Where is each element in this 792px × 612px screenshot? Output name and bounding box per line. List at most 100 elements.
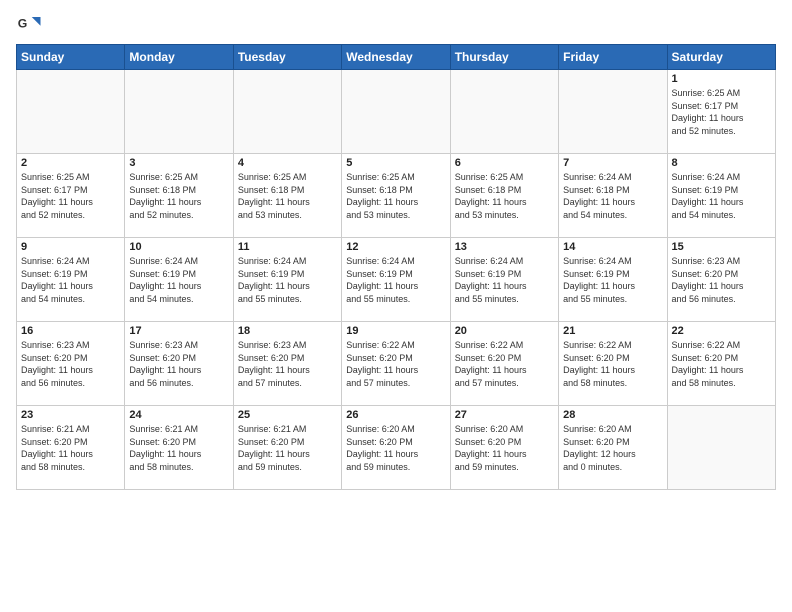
day-info: Sunrise: 6:20 AM Sunset: 6:20 PM Dayligh… [346, 423, 445, 473]
day-info: Sunrise: 6:24 AM Sunset: 6:19 PM Dayligh… [129, 255, 228, 305]
calendar-cell: 8 Sunrise: 6:24 AM Sunset: 6:19 PM Daylig… [667, 154, 775, 238]
day-info: Sunrise: 6:25 AM Sunset: 6:18 PM Dayligh… [455, 171, 554, 221]
day-info: Sunrise: 6:24 AM Sunset: 6:19 PM Dayligh… [672, 171, 771, 221]
day-number: 14 [563, 241, 662, 253]
week-row-4: 16 Sunrise: 6:23 AM Sunset: 6:20 PM Dayli… [17, 322, 776, 406]
day-info: Sunrise: 6:25 AM Sunset: 6:17 PM Dayligh… [672, 87, 771, 137]
day-info: Sunrise: 6:22 AM Sunset: 6:20 PM Dayligh… [346, 339, 445, 389]
calendar-cell [667, 406, 775, 490]
calendar-cell: 1Sunrise: 6:25 AM Sunset: 6:17 PM Daylig… [667, 70, 775, 154]
calendar-cell: 21Sunrise: 6:22 AM Sunset: 6:20 PM Dayli… [559, 322, 667, 406]
calendar-cell: 11 Sunrise: 6:24 AM Sunset: 6:19 PM Dayli… [233, 238, 341, 322]
day-number: 4 [238, 157, 337, 169]
calendar-cell: 16 Sunrise: 6:23 AM Sunset: 6:20 PM Dayli… [17, 322, 125, 406]
calendar-cell: 28 Sunrise: 6:20 AM Sunset: 6:20 PM Dayli… [559, 406, 667, 490]
calendar-cell: 15 Sunrise: 6:23 AM Sunset: 6:20 PM Dayli… [667, 238, 775, 322]
weekday-header-row: SundayMondayTuesdayWednesdayThursdayFrid… [17, 45, 776, 70]
day-info: Sunrise: 6:25 AM Sunset: 6:18 PM Dayligh… [346, 171, 445, 221]
day-info: Sunrise: 6:25 AM Sunset: 6:18 PM Dayligh… [129, 171, 228, 221]
week-row-5: 23 Sunrise: 6:21 AM Sunset: 6:20 PM Dayli… [17, 406, 776, 490]
weekday-header-wednesday: Wednesday [342, 45, 450, 70]
day-info: Sunrise: 6:23 AM Sunset: 6:20 PM Dayligh… [21, 339, 120, 389]
calendar-cell: 27 Sunrise: 6:20 AM Sunset: 6:20 PM Dayli… [450, 406, 558, 490]
day-info: Sunrise: 6:24 AM Sunset: 6:19 PM Dayligh… [346, 255, 445, 305]
day-number: 22 [672, 325, 771, 337]
day-number: 3 [129, 157, 228, 169]
calendar-cell: 5 Sunrise: 6:25 AM Sunset: 6:18 PM Daylig… [342, 154, 450, 238]
calendar-cell: 19 Sunrise: 6:22 AM Sunset: 6:20 PM Dayli… [342, 322, 450, 406]
day-number: 8 [672, 157, 771, 169]
calendar-cell: 3 Sunrise: 6:25 AM Sunset: 6:18 PM Daylig… [125, 154, 233, 238]
day-info: Sunrise: 6:21 AM Sunset: 6:20 PM Dayligh… [21, 423, 120, 473]
day-number: 25 [238, 409, 337, 421]
day-number: 27 [455, 409, 554, 421]
day-info: Sunrise: 6:23 AM Sunset: 6:20 PM Dayligh… [129, 339, 228, 389]
day-number: 24 [129, 409, 228, 421]
day-info: Sunrise: 6:24 AM Sunset: 6:18 PM Dayligh… [563, 171, 662, 221]
day-number: 10 [129, 241, 228, 253]
day-number: 11 [238, 241, 337, 253]
day-number: 20 [455, 325, 554, 337]
calendar-cell: 26 Sunrise: 6:20 AM Sunset: 6:20 PM Dayli… [342, 406, 450, 490]
weekday-header-tuesday: Tuesday [233, 45, 341, 70]
day-number: 5 [346, 157, 445, 169]
day-info: Sunrise: 6:23 AM Sunset: 6:20 PM Dayligh… [238, 339, 337, 389]
svg-text:G: G [18, 17, 28, 31]
day-info: Sunrise: 6:22 AM Sunset: 6:20 PM Dayligh… [455, 339, 554, 389]
day-number: 17 [129, 325, 228, 337]
day-number: 9 [21, 241, 120, 253]
calendar-cell [125, 70, 233, 154]
day-info: Sunrise: 6:25 AM Sunset: 6:18 PM Dayligh… [238, 171, 337, 221]
day-info: Sunrise: 6:21 AM Sunset: 6:20 PM Dayligh… [238, 423, 337, 473]
day-number: 7 [563, 157, 662, 169]
weekday-header-saturday: Saturday [667, 45, 775, 70]
calendar-cell: 9 Sunrise: 6:24 AM Sunset: 6:19 PM Daylig… [17, 238, 125, 322]
week-row-1: 1Sunrise: 6:25 AM Sunset: 6:17 PM Daylig… [17, 70, 776, 154]
weekday-header-friday: Friday [559, 45, 667, 70]
logo: G [16, 10, 48, 38]
day-number: 21 [563, 325, 662, 337]
calendar-table: SundayMondayTuesdayWednesdayThursdayFrid… [16, 44, 776, 490]
logo-icon: G [16, 10, 44, 38]
day-number: 15 [672, 241, 771, 253]
calendar-cell [559, 70, 667, 154]
calendar-cell [342, 70, 450, 154]
calendar-cell: 4 Sunrise: 6:25 AM Sunset: 6:18 PM Daylig… [233, 154, 341, 238]
day-info: Sunrise: 6:20 AM Sunset: 6:20 PM Dayligh… [455, 423, 554, 473]
day-number: 23 [21, 409, 120, 421]
day-info: Sunrise: 6:24 AM Sunset: 6:19 PM Dayligh… [563, 255, 662, 305]
calendar-cell: 25 Sunrise: 6:21 AM Sunset: 6:20 PM Dayli… [233, 406, 341, 490]
day-info: Sunrise: 6:25 AM Sunset: 6:17 PM Dayligh… [21, 171, 120, 221]
calendar-cell: 23 Sunrise: 6:21 AM Sunset: 6:20 PM Dayli… [17, 406, 125, 490]
calendar-cell: 17 Sunrise: 6:23 AM Sunset: 6:20 PM Dayli… [125, 322, 233, 406]
day-number: 19 [346, 325, 445, 337]
day-info: Sunrise: 6:24 AM Sunset: 6:19 PM Dayligh… [455, 255, 554, 305]
day-number: 2 [21, 157, 120, 169]
calendar-cell: 7 Sunrise: 6:24 AM Sunset: 6:18 PM Daylig… [559, 154, 667, 238]
day-info: Sunrise: 6:24 AM Sunset: 6:19 PM Dayligh… [21, 255, 120, 305]
calendar-cell: 20 Sunrise: 6:22 AM Sunset: 6:20 PM Dayli… [450, 322, 558, 406]
weekday-header-monday: Monday [125, 45, 233, 70]
calendar-cell [450, 70, 558, 154]
calendar-cell: 18Sunrise: 6:23 AM Sunset: 6:20 PM Dayli… [233, 322, 341, 406]
calendar-cell: 22Sunrise: 6:22 AM Sunset: 6:20 PM Dayli… [667, 322, 775, 406]
day-info: Sunrise: 6:24 AM Sunset: 6:19 PM Dayligh… [238, 255, 337, 305]
day-info: Sunrise: 6:20 AM Sunset: 6:20 PM Dayligh… [563, 423, 662, 473]
calendar-cell: 12 Sunrise: 6:24 AM Sunset: 6:19 PM Dayli… [342, 238, 450, 322]
day-number: 16 [21, 325, 120, 337]
header: G [16, 10, 776, 38]
day-info: Sunrise: 6:23 AM Sunset: 6:20 PM Dayligh… [672, 255, 771, 305]
calendar-cell [233, 70, 341, 154]
calendar-cell: 14 Sunrise: 6:24 AM Sunset: 6:19 PM Dayli… [559, 238, 667, 322]
calendar-cell [17, 70, 125, 154]
weekday-header-sunday: Sunday [17, 45, 125, 70]
calendar-cell: 13Sunrise: 6:24 AM Sunset: 6:19 PM Dayli… [450, 238, 558, 322]
day-number: 26 [346, 409, 445, 421]
weekday-header-thursday: Thursday [450, 45, 558, 70]
day-info: Sunrise: 6:21 AM Sunset: 6:20 PM Dayligh… [129, 423, 228, 473]
day-number: 12 [346, 241, 445, 253]
day-number: 6 [455, 157, 554, 169]
calendar-cell: 10 Sunrise: 6:24 AM Sunset: 6:19 PM Dayli… [125, 238, 233, 322]
day-number: 28 [563, 409, 662, 421]
week-row-3: 9 Sunrise: 6:24 AM Sunset: 6:19 PM Daylig… [17, 238, 776, 322]
